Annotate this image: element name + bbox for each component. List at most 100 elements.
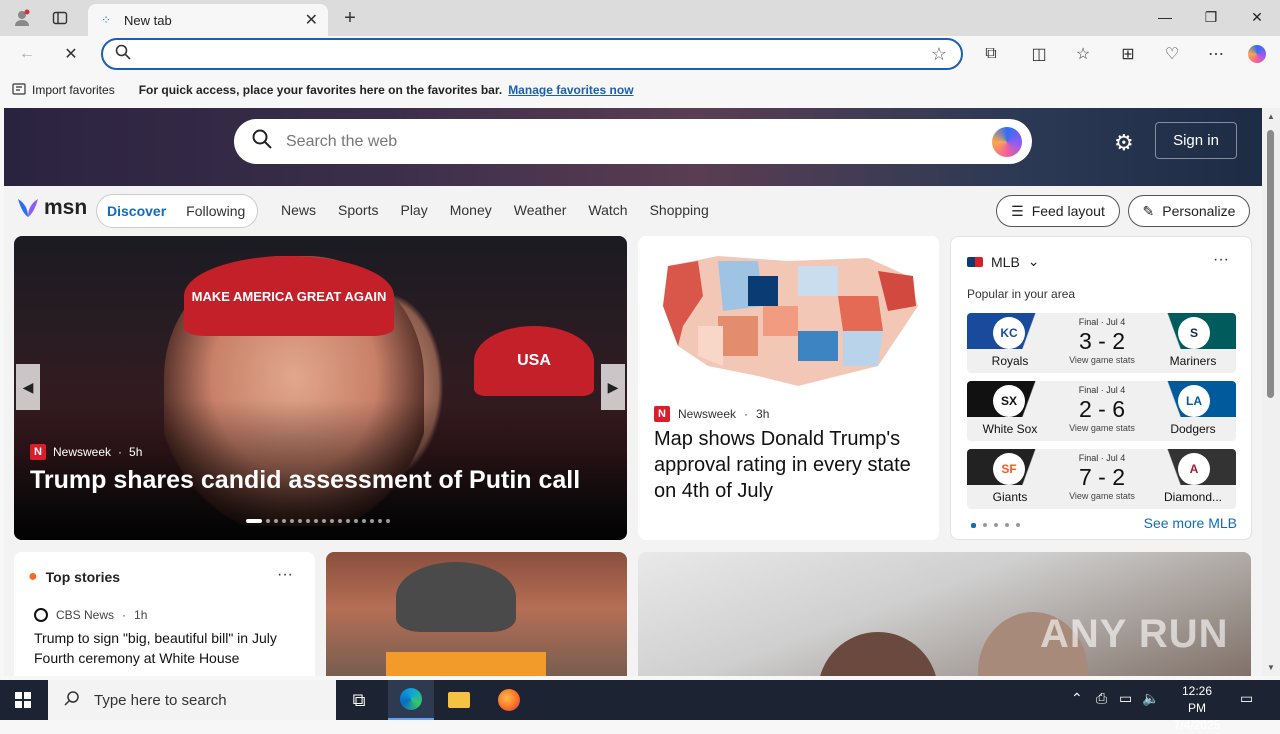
extensions-icon[interactable]: ⧉ [978, 42, 1004, 66]
close-window-button[interactable]: ✕ [1234, 0, 1280, 34]
game-row[interactable]: KC S Final · Jul 4 3 - 2 View game stats… [967, 313, 1236, 373]
map-source-name: Newsweek [678, 407, 737, 421]
stop-loading-button[interactable]: ✕ [58, 42, 84, 66]
copilot-icon[interactable] [992, 127, 1022, 157]
nav-news[interactable]: News [281, 202, 316, 218]
tab-following[interactable]: Following [186, 203, 245, 219]
more-menu-icon[interactable]: ⋯ [1203, 42, 1229, 66]
close-tab-icon[interactable]: ✕ [305, 10, 318, 30]
taskbar-search[interactable]: Type here to search [48, 680, 336, 720]
tab-new-tab[interactable]: ⁘ New tab ✕ [88, 4, 328, 36]
search-icon [64, 690, 80, 710]
collections-icon[interactable]: ⊞ [1115, 42, 1141, 66]
game-row[interactable]: SF A Final · Jul 4 7 - 2 View game stats… [967, 449, 1236, 509]
taskbar-clock[interactable]: 12:26 PM 7/4/2025 [1172, 683, 1222, 734]
scroll-down-icon[interactable]: ▼ [1267, 663, 1275, 672]
game-score: 7 - 2 [1078, 464, 1126, 490]
volume-icon[interactable]: 🔈 [1142, 690, 1159, 707]
away-team-name: Dodgers [1170, 422, 1216, 436]
tab-discover[interactable]: Discover [107, 203, 166, 219]
manage-favorites-link[interactable]: Manage favorites now [508, 83, 633, 97]
personalize-button[interactable]: ✎ Personalize [1128, 195, 1250, 227]
search-icon [252, 129, 272, 154]
nav-shopping[interactable]: Shopping [650, 202, 709, 218]
scroll-up-icon[interactable]: ▲ [1267, 112, 1275, 121]
nav-sports[interactable]: Sports [338, 202, 378, 218]
us-map-image [638, 236, 939, 396]
hero-source-dot: · [118, 445, 123, 459]
favorites-icon[interactable]: ☆ [1070, 42, 1096, 66]
back-button[interactable]: ← [14, 42, 40, 66]
msn-logo[interactable]: msn [16, 196, 87, 220]
map-story-source: N Newsweek · 3h [654, 406, 769, 422]
nav-watch[interactable]: Watch [588, 202, 627, 218]
view-game-stats-link[interactable]: View game stats [1047, 491, 1157, 501]
search-placeholder: Search the web [286, 132, 398, 150]
mlb-header[interactable]: MLB ⌄ [967, 253, 1040, 270]
clock-time: 12:26 PM [1181, 684, 1213, 715]
web-search-box[interactable]: Search the web [234, 119, 1032, 164]
cbs-logo-icon [34, 608, 48, 622]
top-story-headline[interactable]: Trump to sign "big, beautiful bill" in J… [34, 628, 304, 668]
network-icon[interactable]: ▭ [1119, 690, 1132, 707]
nav-play[interactable]: Play [400, 202, 427, 218]
browser-essentials-icon[interactable]: ♡ [1159, 42, 1185, 66]
feed-layout-label: Feed layout [1031, 203, 1105, 219]
minimize-button[interactable]: — [1142, 0, 1188, 34]
hard-hat-shape [396, 562, 516, 632]
import-favorites-button[interactable]: Import favorites [12, 82, 115, 99]
import-favorites-label: Import favorites [32, 83, 115, 97]
settings-gear-icon[interactable]: ⚙ [1114, 130, 1134, 156]
feed-layout-button[interactable]: ☰ Feed layout [996, 195, 1120, 227]
hero-image-hat: MAKE AMERICA GREAT AGAIN [184, 256, 394, 336]
msn-logo-text: msn [44, 196, 88, 219]
tab-actions-icon[interactable] [48, 7, 72, 29]
split-screen-icon[interactable]: ◫ [1026, 42, 1052, 66]
restore-button[interactable]: ❐ [1188, 0, 1234, 34]
notification-icon[interactable]: ▭ [1240, 690, 1253, 707]
view-game-stats-link[interactable]: View game stats [1047, 423, 1157, 433]
file-explorer-icon[interactable] [436, 680, 482, 720]
address-bar[interactable]: ☆ [101, 38, 963, 70]
profile-icon[interactable] [10, 7, 34, 29]
carousel-prev-button[interactable]: ◀ [16, 364, 40, 410]
personalize-icon: ✎ [1142, 202, 1155, 219]
tray-device-icon[interactable]: ⎙ [1096, 690, 1107, 707]
edge-taskbar-icon[interactable] [388, 680, 434, 720]
view-game-stats-link[interactable]: View game stats [1047, 355, 1157, 365]
carousel-next-button[interactable]: ▶ [601, 364, 625, 410]
nav-weather[interactable]: Weather [514, 202, 567, 218]
nav-money[interactable]: Money [450, 202, 492, 218]
game-score: 3 - 2 [1078, 328, 1126, 354]
more-options-icon[interactable]: ··· [1213, 251, 1229, 269]
address-input[interactable] [141, 43, 931, 65]
firefox-icon[interactable] [486, 680, 532, 720]
worker-story-image[interactable] [326, 552, 627, 676]
new-tab-button[interactable]: + [338, 7, 362, 29]
game-row[interactable]: SX LA Final · Jul 4 2 - 6 View game stat… [967, 381, 1236, 441]
add-favorite-star-icon[interactable]: ☆ [931, 44, 947, 65]
hero-headline[interactable]: Trump shares candid assessment of Putin … [30, 466, 580, 495]
hero-source: N Newsweek · 5h [30, 444, 142, 460]
task-view-icon[interactable]: ⧉ [336, 680, 382, 720]
top-story-source-dot: · [122, 608, 127, 622]
see-more-mlb-link[interactable]: See more MLB [1144, 515, 1237, 531]
page-scrollbar[interactable]: ▲ ▼ [1262, 108, 1280, 676]
start-button[interactable] [0, 680, 46, 720]
copilot-icon[interactable] [1244, 42, 1270, 66]
map-headline[interactable]: Map shows Donald Trump's approval rating… [654, 426, 934, 504]
mlb-pagination[interactable] [971, 523, 1020, 528]
game-score: 2 - 6 [1078, 396, 1126, 422]
scrollbar-thumb[interactable] [1267, 130, 1274, 398]
sign-in-button[interactable]: Sign in [1155, 122, 1237, 159]
top-stories-header: ● Top stories [28, 568, 120, 586]
map-story-card[interactable]: N Newsweek · 3h Map shows Donald Trump's… [638, 236, 939, 540]
show-hidden-icons-chevron-icon[interactable]: ⌃ [1071, 690, 1083, 707]
home-team-name: Giants [992, 490, 1028, 504]
person-head-shape [818, 632, 938, 676]
more-options-icon[interactable]: ··· [277, 566, 293, 584]
chevron-down-icon[interactable]: ⌄ [1028, 253, 1040, 270]
msn-page: Search the web ⚙ Sign in msn Discover Fo… [4, 108, 1262, 676]
favorites-bar: Import favorites For quick access, place… [0, 72, 1280, 108]
hero-story-card[interactable]: MAKE AMERICA GREAT AGAIN USA ◀ ▶ N Newsw… [14, 236, 627, 540]
